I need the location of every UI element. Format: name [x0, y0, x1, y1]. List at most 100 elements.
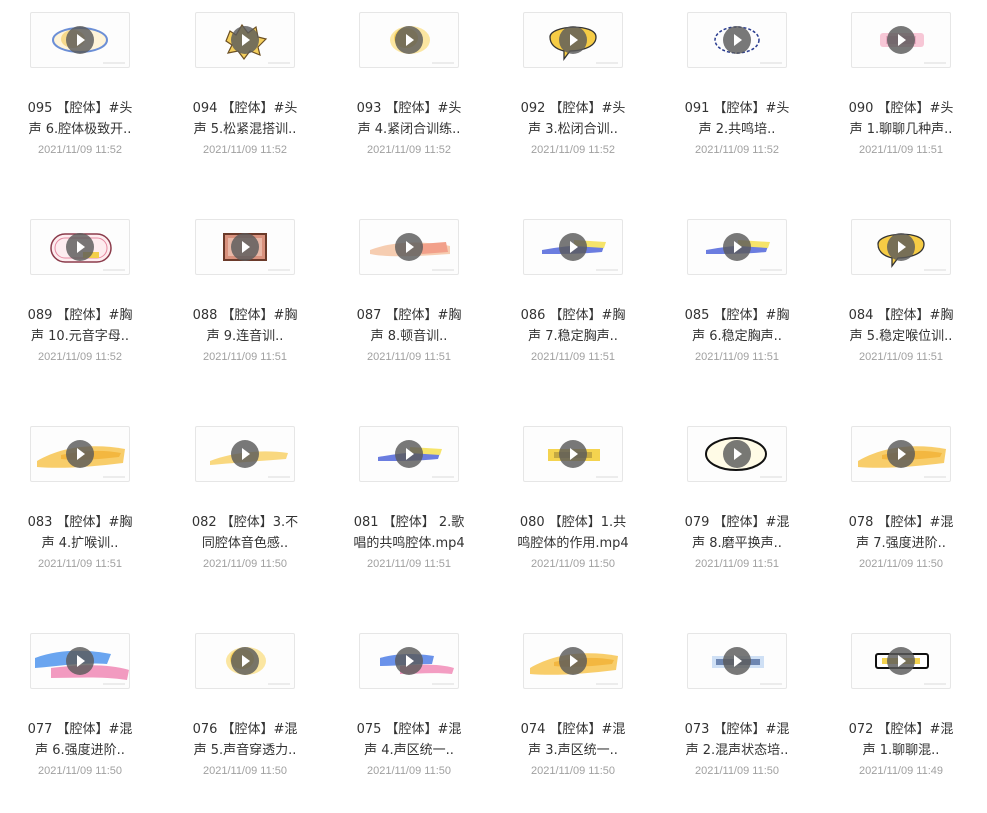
video-thumbnail[interactable]: [851, 219, 951, 275]
file-name[interactable]: 089 【腔体】#胸声 10.元音字母..: [15, 305, 145, 347]
file-name[interactable]: 085 【腔体】#胸声 6.稳定胸声..: [672, 305, 802, 347]
video-thumbnail[interactable]: [359, 12, 459, 68]
video-thumbnail[interactable]: [687, 219, 787, 275]
file-name[interactable]: 078 【腔体】#混声 7.强度进阶..: [836, 512, 966, 554]
file-name-line1: 094 【腔体】#头: [192, 101, 298, 116]
file-name[interactable]: 081 【腔体】 2.歌 唱的共鸣腔体.mp4: [344, 512, 474, 554]
file-tile[interactable]: 072 【腔体】#混声 1.聊聊混.. 2021/11/09 11:49: [836, 633, 966, 813]
file-name[interactable]: 077 【腔体】#混声 6.强度进阶..: [15, 719, 145, 761]
file-tile[interactable]: 087 【腔体】#胸声 8.顿音训.. 2021/11/09 11:51: [344, 219, 474, 399]
play-icon[interactable]: [231, 26, 259, 54]
file-tile[interactable]: 085 【腔体】#胸声 6.稳定胸声.. 2021/11/09 11:51: [672, 219, 802, 399]
file-tile[interactable]: 086 【腔体】#胸声 7.稳定胸声.. 2021/11/09 11:51: [508, 219, 638, 399]
file-tile[interactable]: 080 【腔体】1.共 鸣腔体的作用.mp4 2021/11/09 11:50: [508, 426, 638, 606]
play-icon[interactable]: [559, 647, 587, 675]
play-icon[interactable]: [231, 647, 259, 675]
play-icon[interactable]: [66, 647, 94, 675]
file-name[interactable]: 091 【腔体】#头声 2.共鸣培..: [672, 98, 802, 140]
video-thumbnail[interactable]: [30, 633, 130, 689]
file-tile[interactable]: 074 【腔体】#混声 3.声区统一.. 2021/11/09 11:50: [508, 633, 638, 813]
file-name[interactable]: 090 【腔体】#头声 1.聊聊几种声..: [836, 98, 966, 140]
file-tile[interactable]: 084 【腔体】#胸声 5.稳定喉位训.. 2021/11/09 11:51: [836, 219, 966, 399]
play-icon[interactable]: [231, 440, 259, 468]
file-tile[interactable]: 092 【腔体】#头声 3.松闭合训.. 2021/11/09 11:52: [508, 12, 638, 192]
video-thumbnail[interactable]: [359, 219, 459, 275]
file-tile[interactable]: 083 【腔体】#胸声 4.扩喉训.. 2021/11/09 11:51: [15, 426, 145, 606]
play-icon[interactable]: [887, 233, 915, 261]
file-name[interactable]: 073 【腔体】#混声 2.混声状态培..: [672, 719, 802, 761]
file-tile[interactable]: 091 【腔体】#头声 2.共鸣培.. 2021/11/09 11:52: [672, 12, 802, 192]
file-name[interactable]: 075 【腔体】#混声 4.声区统一..: [344, 719, 474, 761]
video-thumbnail[interactable]: [195, 219, 295, 275]
file-name[interactable]: 082 【腔体】3.不 同腔体音色感..: [180, 512, 310, 554]
video-thumbnail[interactable]: [523, 219, 623, 275]
file-tile[interactable]: 094 【腔体】#头声 5.松紧混搭训.. 2021/11/09 11:52: [180, 12, 310, 192]
video-thumbnail[interactable]: [30, 12, 130, 68]
video-thumbnail[interactable]: [523, 12, 623, 68]
play-icon[interactable]: [559, 26, 587, 54]
play-icon[interactable]: [395, 440, 423, 468]
file-name[interactable]: 076 【腔体】#混声 5.声音穿透力..: [180, 719, 310, 761]
play-icon[interactable]: [66, 440, 94, 468]
video-thumbnail[interactable]: [851, 633, 951, 689]
file-tile[interactable]: 076 【腔体】#混声 5.声音穿透力.. 2021/11/09 11:50: [180, 633, 310, 813]
play-icon[interactable]: [395, 647, 423, 675]
file-tile[interactable]: 093 【腔体】#头声 4.紧闭合训练.. 2021/11/09 11:52: [344, 12, 474, 192]
file-name-line1: 074 【腔体】#混: [520, 722, 626, 737]
video-thumbnail[interactable]: [359, 426, 459, 482]
file-tile[interactable]: 081 【腔体】 2.歌 唱的共鸣腔体.mp4 2021/11/09 11:51: [344, 426, 474, 606]
file-name[interactable]: 072 【腔体】#混声 1.聊聊混..: [836, 719, 966, 761]
play-icon[interactable]: [66, 233, 94, 261]
file-tile[interactable]: 095 【腔体】#头声 6.腔体极致开.. 2021/11/09 11:52: [15, 12, 145, 192]
video-thumbnail[interactable]: [30, 426, 130, 482]
play-icon[interactable]: [231, 233, 259, 261]
play-icon[interactable]: [887, 440, 915, 468]
file-name[interactable]: 092 【腔体】#头声 3.松闭合训..: [508, 98, 638, 140]
video-thumbnail[interactable]: [359, 633, 459, 689]
file-tile[interactable]: 089 【腔体】#胸声 10.元音字母.. 2021/11/09 11:52: [15, 219, 145, 399]
play-icon[interactable]: [395, 233, 423, 261]
file-name[interactable]: 094 【腔体】#头声 5.松紧混搭训..: [180, 98, 310, 140]
file-tile[interactable]: 078 【腔体】#混声 7.强度进阶.. 2021/11/09 11:50: [836, 426, 966, 606]
video-thumbnail[interactable]: [30, 219, 130, 275]
file-tile[interactable]: 075 【腔体】#混声 4.声区统一.. 2021/11/09 11:50: [344, 633, 474, 813]
play-icon[interactable]: [723, 26, 751, 54]
file-name[interactable]: 080 【腔体】1.共 鸣腔体的作用.mp4: [508, 512, 638, 554]
watermark: [760, 269, 782, 271]
video-thumbnail[interactable]: [851, 426, 951, 482]
video-thumbnail[interactable]: [523, 426, 623, 482]
file-tile[interactable]: 079 【腔体】#混声 8.磨平换声.. 2021/11/09 11:51: [672, 426, 802, 606]
file-name[interactable]: 087 【腔体】#胸声 8.顿音训..: [344, 305, 474, 347]
file-tile[interactable]: 082 【腔体】3.不 同腔体音色感.. 2021/11/09 11:50: [180, 426, 310, 606]
play-icon[interactable]: [887, 647, 915, 675]
file-name[interactable]: 079 【腔体】#混声 8.磨平换声..: [672, 512, 802, 554]
play-icon[interactable]: [66, 26, 94, 54]
play-icon[interactable]: [559, 233, 587, 261]
file-tile[interactable]: 090 【腔体】#头声 1.聊聊几种声.. 2021/11/09 11:51: [836, 12, 966, 192]
file-tile[interactable]: 073 【腔体】#混声 2.混声状态培.. 2021/11/09 11:50: [672, 633, 802, 813]
file-date: 2021/11/09 11:52: [366, 144, 451, 156]
play-icon[interactable]: [395, 26, 423, 54]
file-name[interactable]: 084 【腔体】#胸声 5.稳定喉位训..: [836, 305, 966, 347]
play-icon[interactable]: [887, 26, 915, 54]
video-thumbnail[interactable]: [195, 426, 295, 482]
play-icon[interactable]: [723, 647, 751, 675]
play-icon[interactable]: [723, 233, 751, 261]
video-thumbnail[interactable]: [195, 12, 295, 68]
video-thumbnail[interactable]: [687, 633, 787, 689]
video-thumbnail[interactable]: [687, 426, 787, 482]
file-name[interactable]: 093 【腔体】#头声 4.紧闭合训练..: [344, 98, 474, 140]
file-name[interactable]: 088 【腔体】#胸声 9.连音训..: [180, 305, 310, 347]
play-icon[interactable]: [559, 440, 587, 468]
file-tile[interactable]: 088 【腔体】#胸声 9.连音训.. 2021/11/09 11:51: [180, 219, 310, 399]
play-icon[interactable]: [723, 440, 751, 468]
video-thumbnail[interactable]: [851, 12, 951, 68]
video-thumbnail[interactable]: [195, 633, 295, 689]
file-name[interactable]: 074 【腔体】#混声 3.声区统一..: [508, 719, 638, 761]
file-name[interactable]: 086 【腔体】#胸声 7.稳定胸声..: [508, 305, 638, 347]
file-name[interactable]: 095 【腔体】#头声 6.腔体极致开..: [15, 98, 145, 140]
file-name[interactable]: 083 【腔体】#胸声 4.扩喉训..: [15, 512, 145, 554]
video-thumbnail[interactable]: [523, 633, 623, 689]
video-thumbnail[interactable]: [687, 12, 787, 68]
file-tile[interactable]: 077 【腔体】#混声 6.强度进阶.. 2021/11/09 11:50: [15, 633, 145, 813]
